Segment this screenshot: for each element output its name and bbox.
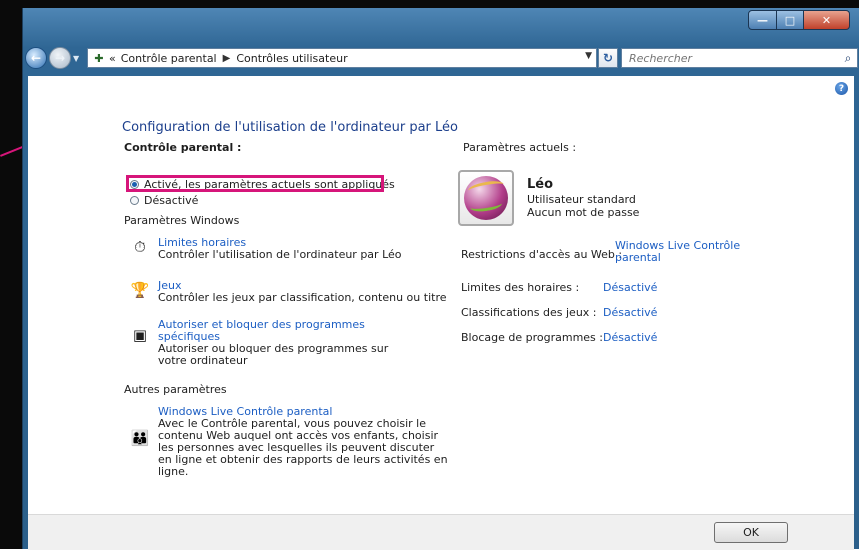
search-input[interactable] (627, 50, 839, 66)
time-limits-description: Contrôler l'utilisation de l'ordinateur … (158, 248, 402, 261)
address-dropdown-icon[interactable]: ▼ (585, 51, 592, 61)
recent-pages-dropdown[interactable]: ▼ (73, 54, 79, 63)
breadcrumb-user-controls[interactable]: Contrôles utilisateur (236, 52, 347, 65)
minimize-button[interactable]: — (748, 10, 777, 30)
control-panel-icon: ✚ (94, 51, 104, 65)
games-item: 🏆 Jeux Contrôler les jeux par classifica… (130, 280, 447, 304)
caption-buttons: — □ ✕ (748, 10, 850, 30)
programs-item: ▣ Autoriser et bloquer des programmes sp… (130, 319, 408, 367)
navigation-bar: ← → ▼ ✚ « Contrôle parental ▶ Contrôles … (23, 46, 859, 72)
refresh-icon: ↻ (602, 51, 614, 65)
program-blocking-status-label: Blocage de programmes : (461, 331, 603, 344)
windows-live-item: 👪 Windows Live Contrôle parental Avec le… (130, 406, 450, 478)
parental-control-label: Contrôle parental : (124, 141, 242, 154)
program-block-icon: ▣ (132, 326, 148, 344)
user-avatar-ball-icon (464, 176, 508, 220)
radio-disabled-label[interactable]: Désactivé (144, 194, 198, 207)
forward-button[interactable]: → (49, 47, 71, 69)
ok-button[interactable]: OK (714, 522, 788, 543)
windows-live-family-icon: 👪 (130, 429, 150, 447)
address-bar[interactable]: ✚ « Contrôle parental ▶ Contrôles utilis… (87, 48, 597, 68)
breadcrumb-overflow[interactable]: « (109, 52, 116, 65)
breadcrumb-separator-icon[interactable]: ▶ (223, 53, 231, 64)
monitor-bezel-top (0, 0, 859, 8)
time-limits-status-value[interactable]: Désactivé (603, 281, 657, 294)
games-description: Contrôler les jeux par classification, c… (158, 291, 447, 304)
programs-link[interactable]: Autoriser et bloquer des programmes spéc… (158, 319, 408, 343)
other-settings-heading: Autres paramètres (124, 383, 227, 396)
maximize-button[interactable]: □ (777, 10, 804, 30)
programs-description: Autoriser ou bloquer des programmes sur … (158, 342, 389, 367)
radio-button-unchecked-icon[interactable] (130, 196, 139, 205)
refresh-button[interactable]: ↻ (598, 48, 618, 68)
search-icon[interactable]: ⌕ (839, 51, 857, 66)
web-restrictions-value[interactable]: Windows Live Contrôle parental (615, 240, 755, 264)
footer-bar: OK (28, 514, 854, 550)
game-ratings-status-value[interactable]: Désactivé (603, 306, 657, 319)
forward-arrow-icon: → (54, 51, 66, 65)
windows-live-description: Avec le Contrôle parental, vous pouvez c… (158, 417, 448, 478)
screenshot-frame: — □ ✕ ← → ▼ ✚ « Contrôle parental ▶ Cont… (0, 0, 859, 550)
web-restrictions-label: Restrictions d'accès au Web : (461, 248, 623, 261)
user-password-status: Aucun mot de passe (527, 206, 640, 219)
back-button[interactable]: ← (25, 47, 47, 69)
program-blocking-status-value[interactable]: Désactivé (603, 331, 657, 344)
search-box: ⌕ (621, 48, 858, 68)
game-ratings-status-label: Classifications des jeux : (461, 306, 597, 319)
trophy-icon: 🏆 (130, 281, 150, 299)
breadcrumb-parental-control[interactable]: Contrôle parental (121, 52, 217, 65)
help-icon[interactable]: ? (835, 82, 848, 95)
user-account-type: Utilisateur standard (527, 193, 636, 206)
explorer-window: — □ ✕ ← → ▼ ✚ « Contrôle parental ▶ Cont… (22, 8, 859, 550)
main-content: ? Configuration de l'utilisation de l'or… (28, 76, 854, 514)
close-button[interactable]: ✕ (804, 10, 850, 30)
time-limits-status-label: Limites des horaires : (461, 281, 580, 294)
user-avatar (458, 170, 514, 226)
radio-disabled[interactable]: Désactivé (130, 194, 198, 207)
stopwatch-icon: ⏱ (134, 238, 146, 256)
time-limits-item: ⏱ Limites horaires Contrôler l'utilisati… (130, 237, 402, 261)
back-arrow-icon: ← (30, 51, 42, 65)
user-name: Léo (527, 177, 554, 192)
current-settings-heading: Paramètres actuels : (463, 141, 577, 154)
page-title: Configuration de l'utilisation de l'ordi… (122, 120, 458, 135)
annotation-highlight-box (126, 175, 384, 192)
monitor-bezel-left (0, 0, 22, 549)
windows-settings-heading: Paramètres Windows (124, 214, 240, 227)
